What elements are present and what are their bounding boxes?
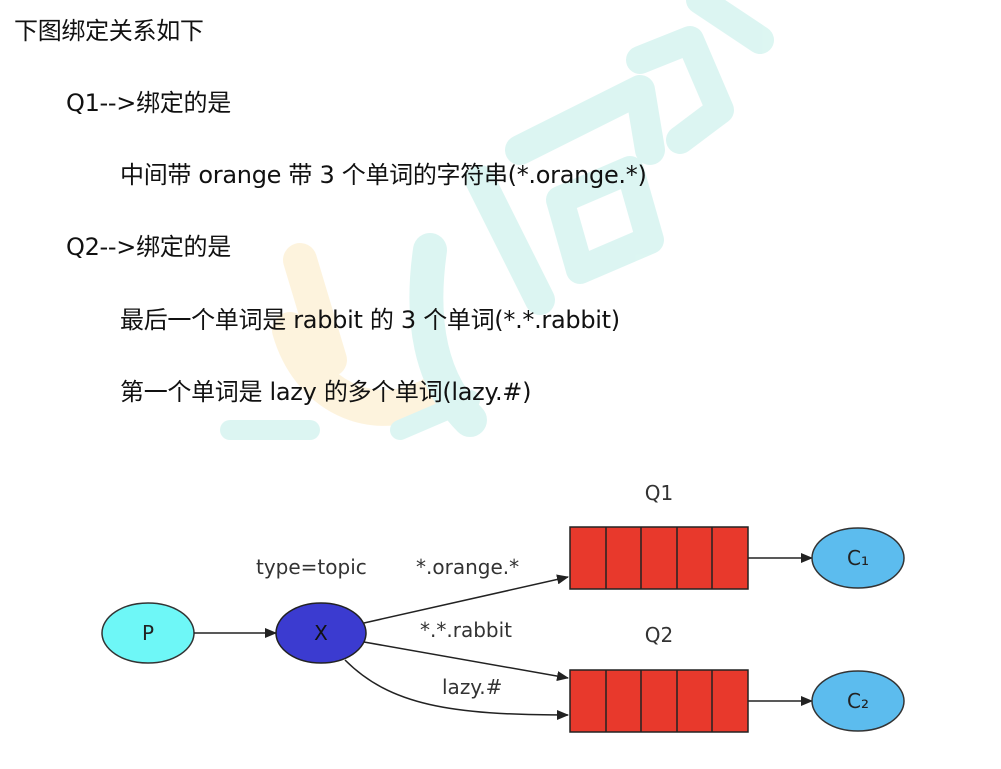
queue1-box bbox=[569, 526, 749, 590]
binding-label-lazy: lazy.# bbox=[442, 675, 502, 699]
queue2-label: Q2 bbox=[645, 623, 673, 647]
queue1-label: Q1 bbox=[645, 481, 673, 505]
binding-label-orange: *.orange.* bbox=[416, 555, 519, 579]
consumer1-label: C₁ bbox=[847, 546, 869, 570]
binding-line-rabbit bbox=[363, 641, 569, 682]
queue2-box bbox=[569, 669, 749, 733]
binding-line-orange bbox=[363, 574, 569, 624]
consumer2-label: C₂ bbox=[847, 689, 869, 713]
producer-label: P bbox=[142, 621, 154, 645]
exchange-label: X bbox=[314, 621, 328, 645]
binding-label-rabbit: *.*.rabbit bbox=[420, 618, 512, 642]
exchange-type-label: type=topic bbox=[256, 555, 367, 579]
topic-exchange-diagram: P X type=topic *.orange.* *.*.rabbit laz… bbox=[101, 481, 905, 733]
